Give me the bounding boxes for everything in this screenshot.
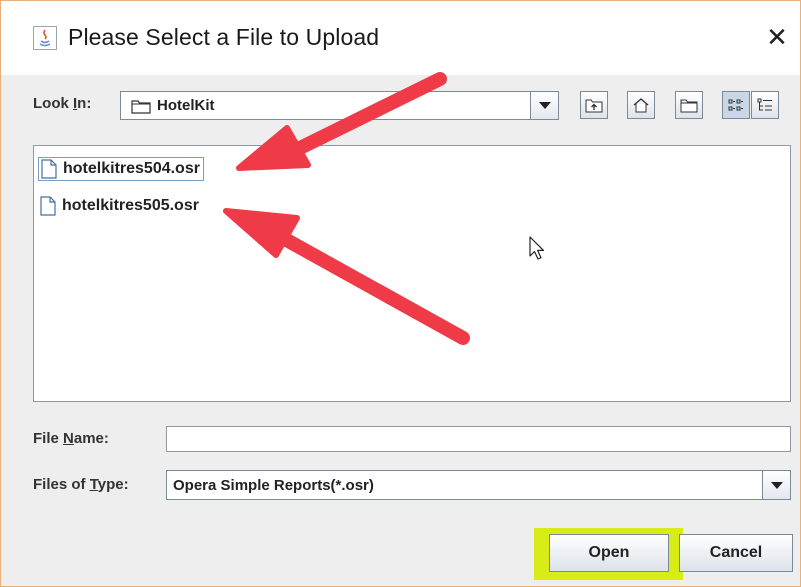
details-view-button[interactable] <box>751 91 779 119</box>
file-icon <box>40 196 62 216</box>
files-of-type-label: Files of Type: <box>33 476 129 493</box>
file-name-label: File Name: <box>33 430 109 447</box>
dialog-title: Please Select a File to Upload <box>68 24 380 50</box>
new-folder-button[interactable] <box>675 91 703 119</box>
file-name-label: hotelkitres505.osr <box>62 197 199 214</box>
files-of-type-combo[interactable]: Opera Simple Reports(*.osr) <box>166 470 791 500</box>
details-view-icon <box>756 97 774 113</box>
chevron-down-icon <box>770 481 783 489</box>
file-item-hotelkitres505[interactable]: hotelkitres505.osr <box>38 194 202 218</box>
files-of-type-dropdown-button[interactable] <box>762 471 790 499</box>
file-item-hotelkitres504[interactable]: hotelkitres504.osr <box>38 157 204 181</box>
mouse-pointer-icon <box>529 236 545 262</box>
folder-icon <box>131 98 151 114</box>
up-one-level-icon <box>585 97 603 113</box>
new-folder-icon <box>680 97 698 113</box>
file-icon <box>41 159 63 179</box>
look-in-dropdown-button[interactable] <box>530 92 558 119</box>
files-of-type-value: Opera Simple Reports(*.osr) <box>173 476 374 494</box>
file-name-input[interactable] <box>166 426 791 452</box>
close-button[interactable]: ✕ <box>763 22 791 52</box>
title-bar: Please Select a File to Upload ✕ <box>1 1 800 75</box>
chevron-down-icon <box>538 102 551 109</box>
cancel-button[interactable]: Cancel <box>679 534 793 572</box>
java-app-icon <box>33 26 57 50</box>
list-view-button[interactable] <box>722 91 750 119</box>
open-button[interactable]: Open <box>549 534 669 572</box>
home-button[interactable] <box>627 91 655 119</box>
list-view-icon <box>727 97 745 113</box>
home-icon <box>632 97 650 113</box>
look-in-value: HotelKit <box>131 92 215 119</box>
look-in-combo[interactable]: HotelKit <box>120 91 559 120</box>
up-one-level-button[interactable] <box>580 91 608 119</box>
file-list[interactable]: hotelkitres504.osr hotelkitres505.osr <box>33 145 791 402</box>
look-in-folder-name: HotelKit <box>157 97 215 114</box>
look-in-label: Look In: <box>33 95 92 112</box>
file-name-label: hotelkitres504.osr <box>63 160 200 177</box>
